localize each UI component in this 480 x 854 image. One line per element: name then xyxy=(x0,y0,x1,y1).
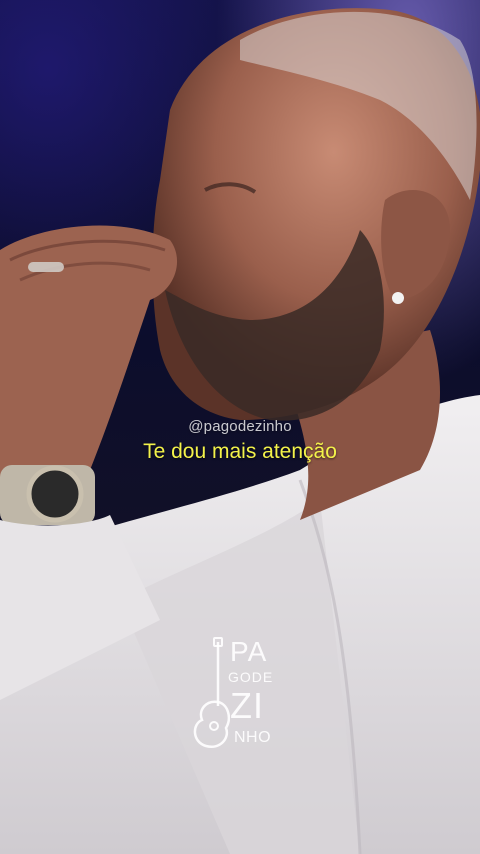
channel-handle-watermark: @pagodezinho xyxy=(188,418,292,435)
logo-word-zi: ZI xyxy=(230,685,264,726)
guitar-icon xyxy=(193,637,230,749)
logo-word-pa: PA xyxy=(230,636,268,667)
logo-word-gode: GODE xyxy=(228,669,274,685)
logo-word-nho: NHO xyxy=(234,729,272,746)
pagodezinho-logo: PA GODE ZI NHO xyxy=(190,636,290,752)
video-frame: @pagodezinho Te dou mais atenção PA GODE… xyxy=(0,0,480,854)
lyrics-caption: Te dou mais atenção xyxy=(143,440,337,463)
